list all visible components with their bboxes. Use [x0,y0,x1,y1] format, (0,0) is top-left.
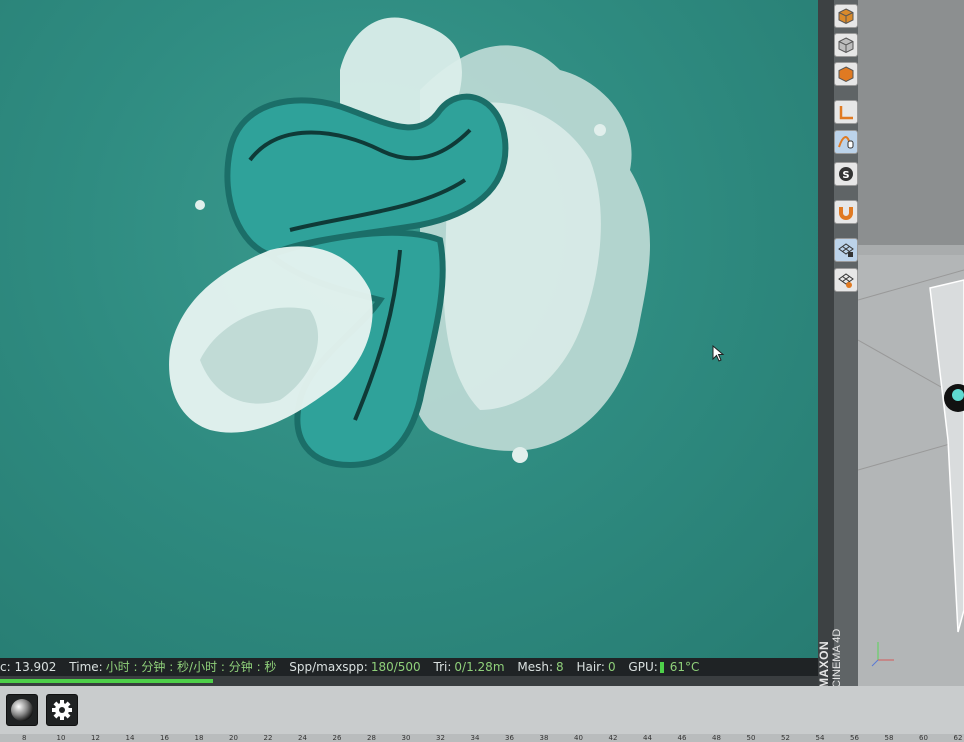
timeline-tick: 46 [677,734,687,742]
editor-viewport[interactable] [858,0,964,686]
timeline-tick: 56 [850,734,859,742]
timeline-tick: 20 [229,734,238,742]
timeline-tick: 34 [470,734,480,742]
cinema4d-branding: MAXON CINEMA 4D [817,600,857,690]
status-spp: Spp/maxspp: 180/500 [289,658,420,676]
gpu-usage-bar [659,662,664,673]
brand-product: CINEMA 4D [831,628,843,688]
timeline-tick: 16 [160,734,169,742]
timeline-tick: 14 [125,734,135,742]
mouse-cursor-icon [712,345,725,362]
timeline-tick: 42 [608,734,618,742]
timeline-tick: 28 [367,734,376,742]
status-spp-value: 180/500 [370,660,421,674]
timeline-tick: 50 [746,734,756,742]
timeline-tick: 36 [505,734,514,742]
status-time-label: Time: [69,660,103,674]
timeline-tick: 54 [815,734,825,742]
render-image [169,17,650,469]
status-mesh-label: Mesh: [517,660,553,674]
s-icon: S [839,167,853,181]
cube-outline-icon [838,37,854,54]
render-viewport[interactable] [0,0,818,658]
status-spp-label: Spp/maxspp: [289,660,368,674]
status-tri: Tri: 0/1.28m [434,658,505,676]
material-sphere-icon [11,699,33,721]
status-time: Time: 小时 : 分钟 : 秒/小时 : 分钟 : 秒 [69,658,276,676]
render-progress-fill [0,679,213,683]
editor-viewport-scene [858,0,964,686]
status-hair-label: Hair: [576,660,605,674]
spline-tool[interactable] [834,130,858,154]
timeline-tick: 44 [643,734,652,742]
status-gpu-label: GPU: [628,660,658,674]
status-time-value: 小时 : 分钟 : 秒/小时 : 分钟 : 秒 [105,660,277,674]
grid-lock-icon [838,243,854,257]
cube-tool[interactable] [834,4,858,28]
grid-flame-icon [838,273,854,288]
status-mesh-value: 8 [555,660,564,674]
timeline-tick: 26 [332,734,342,742]
bottom-toolbar [0,686,964,734]
timeline-tick: 58 [884,734,894,742]
timeline-tick: 10 [56,734,66,742]
cube-icon [838,8,854,25]
status-gpu-temp: 61°C [669,660,700,674]
timeline-tick: 18 [194,734,204,742]
grid-flame-tool[interactable] [834,268,858,292]
timeline-tick: 62 [953,734,963,742]
cube-solid-icon [838,66,854,83]
timeline-tick: 22 [263,734,273,742]
svg-text:S: S [842,170,849,181]
status-hair-value: 0 [607,660,616,674]
render-status-bar: c: 13.902 Time: 小时 : 分钟 : 秒/小时 : 分钟 : 秒 S… [0,658,818,676]
timeline-ruler[interactable]: 8 10 12 14 16 18 20 22 24 26 28 30 32 34 36 38 40 42 44 46 4… [0,734,964,742]
settings-button[interactable] [46,694,78,726]
cube-solid-tool[interactable] [834,62,858,86]
timeline-tick: 8 [22,734,27,742]
axis-tool[interactable] [834,100,858,124]
timeline-tick: 48 [712,734,721,742]
timeline-tick: 24 [298,734,307,742]
timeline-tick: 40 [574,734,583,742]
magnet-icon [839,207,853,220]
status-gpu: GPU: 61°C [628,658,699,676]
status-hair: Hair: 0 [576,658,615,676]
cube-outline-tool[interactable] [834,33,858,57]
timeline-tick: 12 [91,734,100,742]
axis-icon [839,106,853,120]
status-mesh: Mesh: 8 [517,658,563,676]
timeline-tick: 32 [436,734,445,742]
s-tool[interactable]: S [834,162,858,186]
timeline-tick: 52 [781,734,790,742]
brand-maxon: MAXON [817,640,831,688]
material-preview-button[interactable] [6,694,38,726]
timeline-tick: 30 [401,734,411,742]
timeline-tick: 60 [919,734,928,742]
grid-lock-tool[interactable] [834,238,858,262]
timeline-tick: 38 [539,734,549,742]
settings-gear-icon [52,700,72,720]
magnet-tool[interactable] [834,200,858,224]
status-tri-label: Tri: [433,660,452,674]
status-sec: c: 13.902 [0,660,57,674]
spline-icon [838,136,854,149]
render-progress-track [0,676,818,686]
status-tri-value: 0/1.28m [454,660,505,674]
